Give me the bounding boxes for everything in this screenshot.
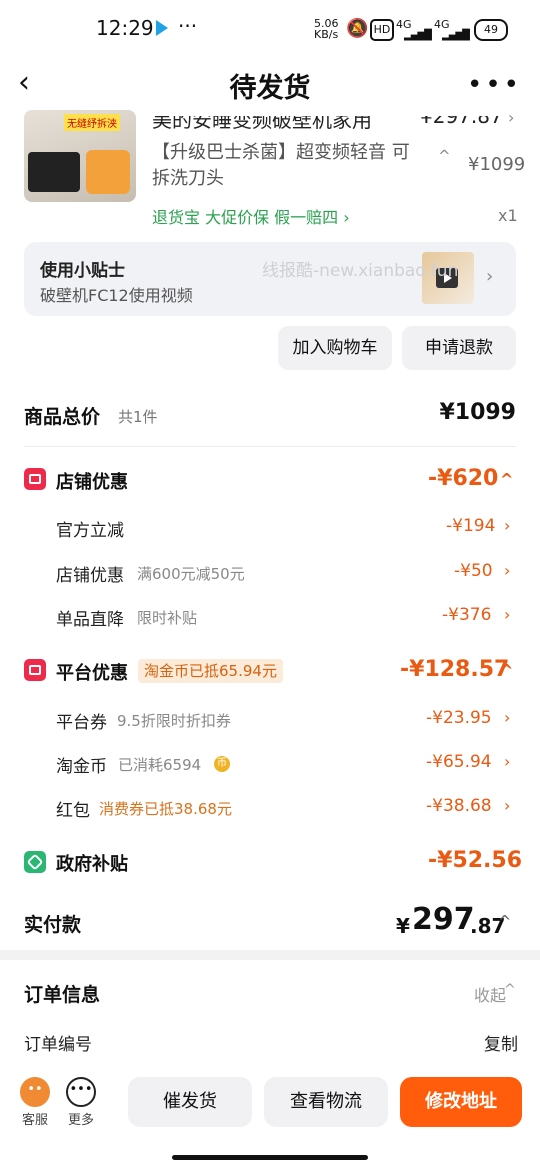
item-count: 共1件 bbox=[118, 408, 158, 426]
nav-overlay: ‹ 待发货 ••• bbox=[0, 60, 540, 110]
status-bar: 12:29 ··· 5.06 KB/s 🔕 HD 4G ▂▄▆█ 4G ▂▄▆█… bbox=[0, 0, 540, 60]
discount-row-note: 已消耗6594 bbox=[118, 756, 202, 774]
modify-address-button[interactable]: 修改地址 bbox=[400, 1077, 522, 1127]
home-indicator[interactable] bbox=[172, 1155, 368, 1160]
total-label: 商品总价 bbox=[24, 406, 101, 428]
platform-discount-label: 平台优惠 bbox=[56, 663, 128, 684]
customer-service-icon[interactable]: •• bbox=[20, 1077, 50, 1107]
signal-icon-1: ▂▄▆█ bbox=[404, 30, 432, 41]
gov-subsidy-label: 政府补贴 bbox=[56, 854, 128, 875]
chevron-right-icon: › bbox=[486, 266, 494, 287]
more-icon[interactable]: ••• bbox=[66, 1077, 96, 1107]
signal-icon-2: ▂▄▆█ bbox=[442, 30, 470, 41]
product-description[interactable]: 【升级巴士杀菌】超变频轻音 可拆洗刀头 bbox=[152, 140, 422, 192]
more-notifications-icon: ··· bbox=[178, 14, 198, 38]
status-time: 12:29 bbox=[96, 16, 154, 40]
discount-row-label: 官方立减 bbox=[56, 521, 124, 541]
gov-subsidy-amount: -¥52.56 bbox=[428, 848, 523, 873]
discount-row-label: 淘金币 bbox=[56, 757, 107, 777]
caret-up-icon[interactable]: ^ bbox=[498, 912, 511, 931]
platform-discount-amount[interactable]: -¥128.57 bbox=[400, 657, 509, 682]
chevron-right-icon[interactable]: › bbox=[504, 752, 510, 771]
more-label[interactable]: 更多 bbox=[61, 1109, 101, 1128]
watermark: 线报酷-new.xianbao.fun bbox=[262, 261, 459, 281]
coin-icon: 币 bbox=[214, 756, 230, 772]
more-menu-icon-overlay[interactable]: ••• bbox=[467, 70, 522, 100]
product-arrow-icon[interactable]: › bbox=[508, 108, 514, 127]
customer-service-label[interactable]: 客服 bbox=[15, 1109, 55, 1128]
tips-title: 使用小贴士 bbox=[40, 261, 125, 281]
page-title-overlay: 待发货 bbox=[229, 73, 311, 104]
caret-up-icon[interactable]: ^ bbox=[500, 661, 513, 680]
platform-icon bbox=[24, 659, 46, 681]
product-image-bowl bbox=[86, 150, 130, 194]
total-price: ¥1099 bbox=[439, 400, 516, 425]
gov-subsidy-icon bbox=[24, 851, 46, 873]
original-price: ¥1099 bbox=[468, 154, 526, 175]
discount-row-amount[interactable]: -¥376 bbox=[442, 605, 491, 625]
discount-row-label: 店铺优惠 bbox=[56, 566, 124, 586]
chevron-right-icon[interactable]: › bbox=[504, 516, 510, 535]
discount-row-amount[interactable]: -¥50 bbox=[454, 561, 493, 581]
product-image-screen bbox=[28, 152, 80, 192]
view-logistics-button[interactable]: 查看物流 bbox=[264, 1077, 388, 1127]
discount-row-note: 消费券已抵38.68元 bbox=[99, 800, 232, 818]
shop-discount-amount[interactable]: -¥620 bbox=[428, 466, 498, 491]
quantity: x1 bbox=[498, 206, 518, 225]
paid-label: 实付款 bbox=[24, 914, 82, 936]
chevron-right-icon[interactable]: › bbox=[504, 561, 510, 580]
chevron-right-icon[interactable]: › bbox=[504, 708, 510, 727]
paid-integer: 297 bbox=[412, 902, 475, 937]
caret-up-icon[interactable]: ^ bbox=[504, 982, 516, 998]
product-image-tag: 无缝纾拆浃 bbox=[64, 114, 120, 131]
urge-shipping-button[interactable]: 催发货 bbox=[128, 1077, 252, 1127]
discount-row-amount[interactable]: -¥194 bbox=[446, 516, 495, 536]
paid-currency: ¥ bbox=[396, 914, 410, 938]
chevron-right-icon[interactable]: › bbox=[504, 796, 510, 815]
discount-row-amount[interactable]: -¥65.94 bbox=[426, 752, 492, 772]
chevron-right-icon[interactable]: › bbox=[504, 605, 510, 624]
hd-icon: HD bbox=[370, 19, 394, 41]
apply-refund-button[interactable]: 申请退款 bbox=[402, 326, 516, 370]
order-info-title: 订单信息 bbox=[24, 984, 101, 1006]
order-number-label: 订单编号 bbox=[24, 1035, 92, 1055]
taojinbi-pill: 淘金币已抵65.94元 bbox=[138, 659, 283, 683]
discount-row-amount[interactable]: -¥38.68 bbox=[426, 796, 492, 816]
discount-row-note: 限时补贴 bbox=[137, 609, 198, 627]
caret-up-icon[interactable]: ^ bbox=[500, 470, 513, 489]
discount-row-note: 9.5折限时折扣券 bbox=[117, 712, 231, 730]
mute-bell-icon: 🔕 bbox=[346, 18, 369, 39]
shop-icon bbox=[24, 468, 46, 490]
discount-row-amount[interactable]: -¥23.95 bbox=[426, 708, 492, 728]
product-image[interactable]: 无缝纾拆浃 bbox=[24, 110, 136, 202]
fold-button[interactable]: 收起 bbox=[474, 982, 506, 1006]
caret-up-icon: ^ bbox=[438, 147, 451, 165]
discount-row-label: 单品直降 bbox=[56, 610, 124, 630]
add-to-cart-button[interactable]: 加入购物车 bbox=[278, 326, 392, 370]
service-tags[interactable]: 退货宝 大促价保 假一赔四 › bbox=[152, 204, 350, 228]
divider bbox=[24, 446, 516, 447]
net-speed: 5.06 KB/s bbox=[314, 17, 339, 41]
battery-icon: 49 bbox=[474, 19, 508, 41]
discount-row-label: 红包 bbox=[56, 801, 90, 821]
tips-subtitle: 破壁机FC12使用视频 bbox=[40, 286, 193, 305]
discount-row-label: 平台券 bbox=[56, 713, 107, 733]
discount-row-note: 满600元减50元 bbox=[137, 565, 245, 583]
copy-button[interactable]: 复制 bbox=[484, 1030, 518, 1055]
shop-discount-label: 店铺优惠 bbox=[56, 472, 128, 493]
play-store-icon bbox=[156, 20, 168, 36]
